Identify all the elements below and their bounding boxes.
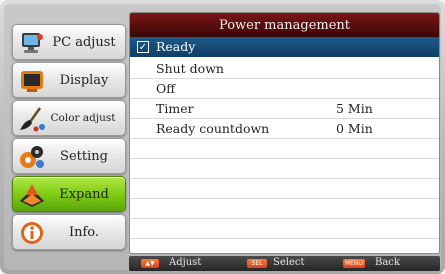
empty-row — [130, 179, 439, 199]
setting-icon — [20, 146, 44, 168]
power-management-panel: Power management ✓ Ready Shut down Off T… — [129, 12, 440, 254]
option-ready[interactable]: ✓ Ready — [130, 37, 439, 57]
back-key-icon: MENU — [343, 259, 365, 268]
menu-item-setting[interactable]: Setting — [12, 138, 126, 174]
option-label: Off — [156, 81, 176, 96]
option-ready-countdown[interactable]: Ready countdown 0 Min — [130, 119, 439, 139]
hint-back: Back — [375, 257, 400, 268]
color-adjust-icon — [20, 107, 45, 132]
menu-item-pc-adjust[interactable]: PC adjust — [12, 24, 126, 60]
menu-label: PC adjust — [52, 34, 116, 50]
pc-adjust-icon — [22, 33, 43, 53]
menu-item-expand[interactable]: Expand — [12, 176, 126, 212]
info-icon — [21, 222, 43, 244]
hint-adjust: Adjust — [169, 257, 202, 268]
option-timer[interactable]: Timer 5 Min — [130, 99, 439, 119]
menu-label: Color adjust — [50, 112, 116, 124]
adjust-key-icon: ▲▼ — [141, 259, 159, 268]
check-icon: ✓ — [137, 41, 149, 53]
display-icon — [21, 71, 43, 92]
option-off[interactable]: Off — [130, 79, 439, 99]
option-value: 5 Min — [336, 101, 373, 116]
option-shut-down[interactable]: Shut down — [130, 59, 439, 79]
option-value: 0 Min — [336, 121, 373, 136]
option-label: Ready — [156, 39, 196, 54]
empty-row — [130, 159, 439, 179]
empty-row — [130, 199, 439, 219]
menu-label: Expand — [59, 186, 109, 202]
menu-item-display[interactable]: Display — [12, 62, 126, 98]
menu-item-info[interactable]: Info. — [12, 214, 126, 250]
option-label: Timer — [156, 101, 194, 116]
menu-label: Info. — [68, 224, 100, 240]
empty-row — [130, 219, 439, 239]
hint-select: Select — [273, 257, 305, 268]
option-label: Shut down — [156, 61, 224, 76]
empty-row — [130, 139, 439, 159]
expand-icon — [20, 184, 44, 207]
menu-label: Display — [59, 72, 109, 88]
hint-bar: ▲▼ Adjust SEL Select MENU Back — [129, 256, 440, 271]
menu-item-color-adjust[interactable]: Color adjust — [12, 100, 126, 136]
option-label: Ready countdown — [156, 121, 270, 136]
panel-title: Power management — [130, 13, 439, 37]
menu-label: Setting — [60, 148, 108, 164]
select-key-icon: SEL — [247, 259, 267, 268]
